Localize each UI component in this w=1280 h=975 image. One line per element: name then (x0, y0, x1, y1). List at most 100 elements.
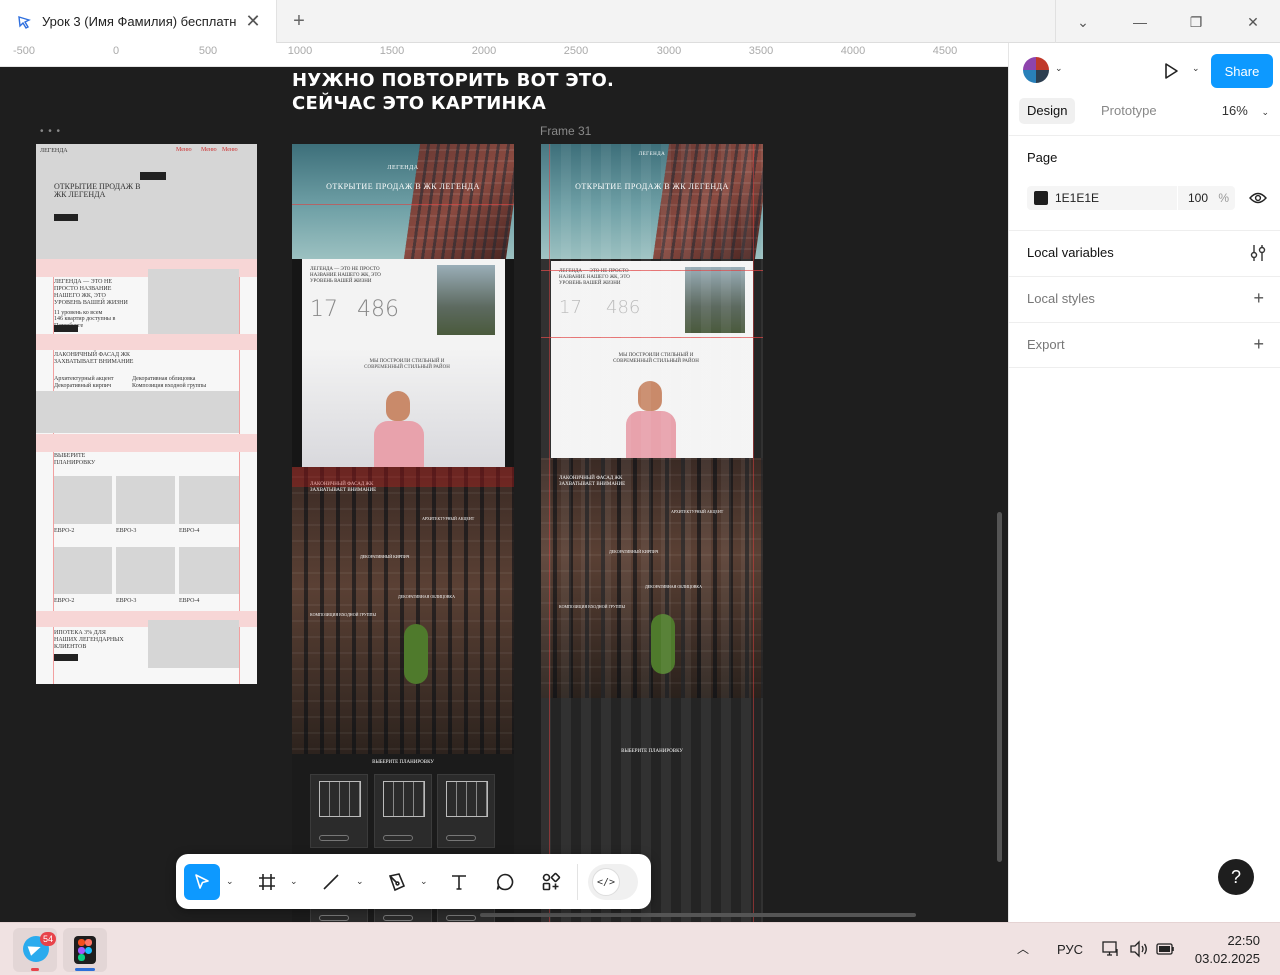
plan-card (437, 774, 495, 848)
panel-tabs: Design Prototype 16% ⌄ (1019, 98, 1271, 124)
ruler-tick: 2500 (563, 45, 589, 57)
unread-badge: 54 (40, 932, 57, 946)
padding-overlay (292, 467, 514, 487)
volume-icon[interactable] (1129, 940, 1149, 958)
plan-placeholder (179, 476, 239, 524)
minimize-button[interactable]: — (1130, 12, 1150, 32)
line-tool[interactable] (316, 864, 346, 900)
add-export-icon[interactable]: + (1253, 335, 1264, 353)
plan-label: ЕВРО-4 (179, 528, 200, 534)
annotation: ДЕКОРАТИВНАЯ ОБЛИЦОВКА (398, 594, 455, 599)
new-tab-button[interactable]: + (288, 10, 310, 32)
tab-design[interactable]: Design (1019, 98, 1076, 124)
horizontal-scrollbar[interactable] (480, 913, 916, 917)
text-icon (452, 875, 466, 890)
wire-mortgage-button (54, 654, 78, 661)
opacity-field[interactable]: 100 % (1177, 186, 1235, 210)
avatar[interactable] (1023, 57, 1049, 83)
about-title: ЛЕГЕНДА — ЭТО НЕ ПРОСТО НАЗВАНИЕ НАШЕГО … (310, 267, 381, 284)
plan-placeholder (116, 547, 175, 594)
plan-placeholder (54, 547, 112, 594)
hero-building (403, 144, 514, 259)
line-tool-caret[interactable]: ⌄ (356, 876, 364, 887)
annotation: КОМПОЗИЦИЯ ВХОДНОЙ ГРУППЫ (310, 612, 377, 617)
annotation: АРХИТЕКТУРНЫЙ АКЦЕНТ (422, 516, 475, 521)
chevron-down-icon[interactable]: ⌄ (1192, 63, 1200, 74)
page-section-title: Page (1027, 150, 1058, 165)
move-tool-caret[interactable]: ⌄ (226, 876, 234, 887)
frame-label[interactable]: Frame 31 (540, 124, 591, 138)
tray-overflow-icon[interactable]: ︿ (1017, 923, 1029, 975)
system-clock[interactable]: 22:50 03.02.2025 (1195, 932, 1260, 968)
plan-button (383, 915, 413, 921)
about-card: ЛЕГЕНДА — ЭТО НЕ ПРОСТО НАЗВАНИЕ НАШЕГО … (302, 259, 505, 467)
mortgage-image-placeholder (148, 620, 239, 668)
play-icon[interactable] (1161, 61, 1181, 81)
frame-dots: • • • (40, 126, 62, 137)
document-tab[interactable]: Урок 3 (Имя Фамилия) бесплатн ✕ (0, 0, 277, 43)
plan-label: ЕВРО-4 (179, 598, 200, 604)
design-canvas[interactable]: НУЖНО ПОВТОРИТЬ ВОТ ЭТО. СЕЙЧАС ЭТО КАРТ… (0, 67, 1008, 922)
pen-tool[interactable] (382, 864, 412, 900)
title-bar: Урок 3 (Имя Фамилия) бесплатн ✕ + ⌄ — ❐ … (0, 0, 1280, 43)
network-icon[interactable] (1102, 940, 1120, 958)
page-background-field[interactable]: 1E1E1E 100 % (1027, 186, 1235, 210)
horizontal-ruler: -500 0 500 1000 1500 2000 2500 3000 3500… (0, 43, 1008, 67)
wireframe-frame[interactable]: ЛЕГЕНДА Меню Меню Меню ОТКРЫТИЕ ПРОДАЖ В… (36, 144, 257, 684)
ruler-tick: 3500 (748, 45, 774, 57)
help-button[interactable]: ? (1218, 859, 1254, 895)
actions-tool[interactable] (536, 864, 566, 900)
ruler-tick: 2000 (471, 45, 497, 57)
tab-prototype[interactable]: Prototype (1093, 98, 1165, 124)
frame-31[interactable]: ЛЕГЕНДА ОТКРЫТИЕ ПРОДАЖ В ЖК ЛЕГЕНДА ЛЕГ… (541, 144, 763, 922)
pen-tool-caret[interactable]: ⌄ (420, 876, 428, 887)
clock-time: 22:50 (1227, 933, 1260, 948)
sliders-icon[interactable] (1250, 244, 1266, 262)
share-button[interactable]: Share (1211, 54, 1273, 88)
figma-icon (74, 936, 96, 964)
pen-icon (388, 873, 406, 892)
landing-mockup-frame[interactable]: ЛЕГЕНДА ОТКРЫТИЕ ПРОДАЖ В ЖК ЛЕГЕНДА ЛЕГ… (292, 144, 514, 922)
close-window-button[interactable]: ✕ (1243, 12, 1263, 32)
wire-hero-button (54, 214, 78, 221)
stat-number: 17 (310, 297, 338, 322)
code-icon: </> (592, 868, 620, 896)
ruler-tick: 4000 (840, 45, 866, 57)
active-indicator (75, 968, 95, 971)
chevron-down-icon[interactable]: ⌄ (1055, 63, 1063, 74)
guide-line (292, 204, 514, 205)
plan-button (446, 915, 476, 921)
tab-close-icon[interactable]: ✕ (244, 12, 262, 30)
add-style-icon[interactable]: + (1253, 289, 1264, 307)
input-language[interactable]: РУС (1057, 923, 1083, 975)
telegram-app-button[interactable]: 54 (13, 928, 57, 972)
frame-tool[interactable] (252, 864, 282, 900)
canvas-heading[interactable]: НУЖНО ПОВТОРИТЬ ВОТ ЭТО. СЕЙЧАС ЭТО КАРТ… (292, 69, 614, 115)
dev-mode-toggle[interactable]: </> (588, 864, 638, 900)
restore-button[interactable]: ❐ (1186, 12, 1206, 32)
wire-fact: Декоративный кирпич (54, 383, 112, 389)
comment-tool[interactable] (490, 864, 520, 900)
about-image-placeholder (148, 269, 239, 341)
plan-card (374, 774, 432, 848)
wire-mortgage-title: ИПОТЕКА 3% ДЛЯ НАШИХ ЛЕГЕНДАРНЫХ КЛИЕНТО… (54, 630, 124, 650)
color-swatch[interactable] (1034, 191, 1048, 205)
ruler-tick: 500 (198, 45, 218, 57)
toolbar-divider (577, 864, 578, 900)
facade-image-placeholder (36, 391, 239, 433)
tabs-dropdown-icon[interactable]: ⌄ (1073, 12, 1093, 32)
move-tool[interactable] (184, 864, 220, 900)
opacity-value: 100 (1188, 191, 1209, 205)
wire-fact: Декоративная облицовка (132, 376, 196, 382)
frame-tool-caret[interactable]: ⌄ (290, 876, 298, 887)
battery-icon[interactable] (1156, 940, 1176, 958)
plan-button (446, 835, 476, 841)
zoom-dropdown[interactable]: 16% ⌄ (1222, 98, 1269, 124)
text-tool[interactable] (444, 864, 474, 900)
eye-icon[interactable] (1249, 191, 1267, 205)
guide-line (549, 144, 550, 922)
color-hex-value[interactable]: 1E1E1E (1055, 186, 1099, 210)
titlebar-divider (1055, 0, 1056, 43)
figma-app-button[interactable] (63, 928, 107, 972)
vertical-scrollbar[interactable] (997, 512, 1002, 862)
